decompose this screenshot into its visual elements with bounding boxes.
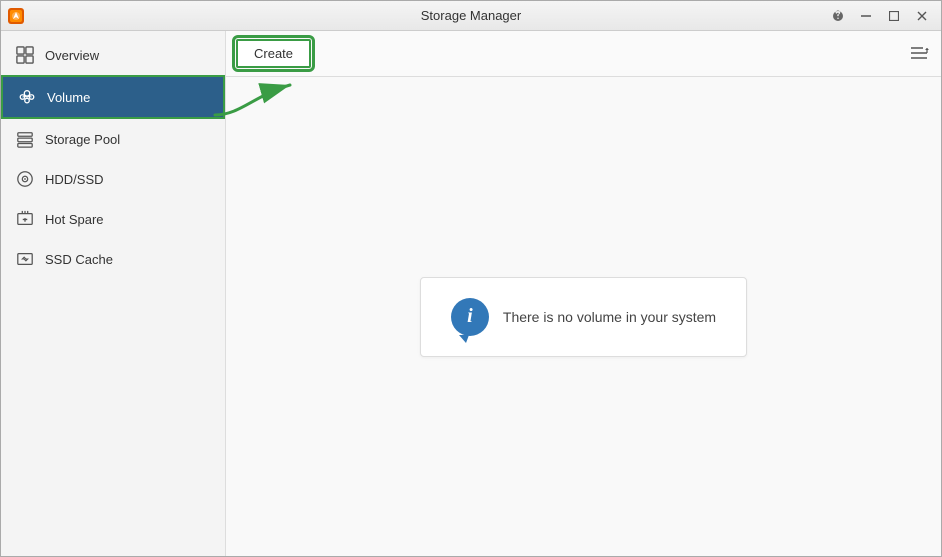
main-layout: Overview Volume (1, 31, 941, 556)
sidebar-item-hdd-ssd[interactable]: HDD/SSD (1, 159, 225, 199)
minimize-button[interactable] (853, 5, 879, 27)
hdd-ssd-icon (15, 169, 35, 189)
sidebar-storage-pool-label: Storage Pool (45, 132, 120, 147)
storage-pool-icon (15, 129, 35, 149)
empty-content-area: i There is no volume in your system (226, 77, 941, 556)
sidebar-ssd-cache-label: SSD Cache (45, 252, 113, 267)
empty-message-text: There is no volume in your system (503, 309, 716, 325)
toolbar: Create (226, 31, 941, 77)
sidebar-item-ssd-cache[interactable]: SSD Cache (1, 239, 225, 279)
hot-spare-icon (15, 209, 35, 229)
sort-icon[interactable] (907, 42, 931, 66)
toolbar-left: Create (236, 39, 311, 68)
ssd-cache-icon (15, 249, 35, 269)
titlebar-right-controls (825, 5, 935, 27)
create-button[interactable]: Create (236, 39, 311, 68)
maximize-button[interactable] (881, 5, 907, 27)
sidebar-overview-label: Overview (45, 48, 99, 63)
storage-manager-window: Storage Manager (0, 0, 942, 557)
info-icon: i (451, 298, 489, 336)
close-button[interactable] (909, 5, 935, 27)
sidebar-hdd-ssd-label: HDD/SSD (45, 172, 104, 187)
overview-icon (15, 45, 35, 65)
sidebar: Overview Volume (1, 31, 226, 556)
sidebar-hot-spare-label: Hot Spare (45, 212, 104, 227)
content-area: Create i (226, 31, 941, 556)
toolbar-right (907, 42, 931, 66)
window-title: Storage Manager (421, 8, 521, 23)
sidebar-volume-label: Volume (47, 90, 90, 105)
sidebar-item-hot-spare[interactable]: Hot Spare (1, 199, 225, 239)
titlebar: Storage Manager (1, 1, 941, 31)
sidebar-item-overview[interactable]: Overview (1, 35, 225, 75)
sidebar-item-volume[interactable]: Volume (1, 75, 225, 119)
sidebar-item-storage-pool[interactable]: Storage Pool (1, 119, 225, 159)
empty-message-box: i There is no volume in your system (420, 277, 747, 357)
app-icon (7, 7, 25, 25)
help-button[interactable] (825, 5, 851, 27)
volume-icon (17, 87, 37, 107)
